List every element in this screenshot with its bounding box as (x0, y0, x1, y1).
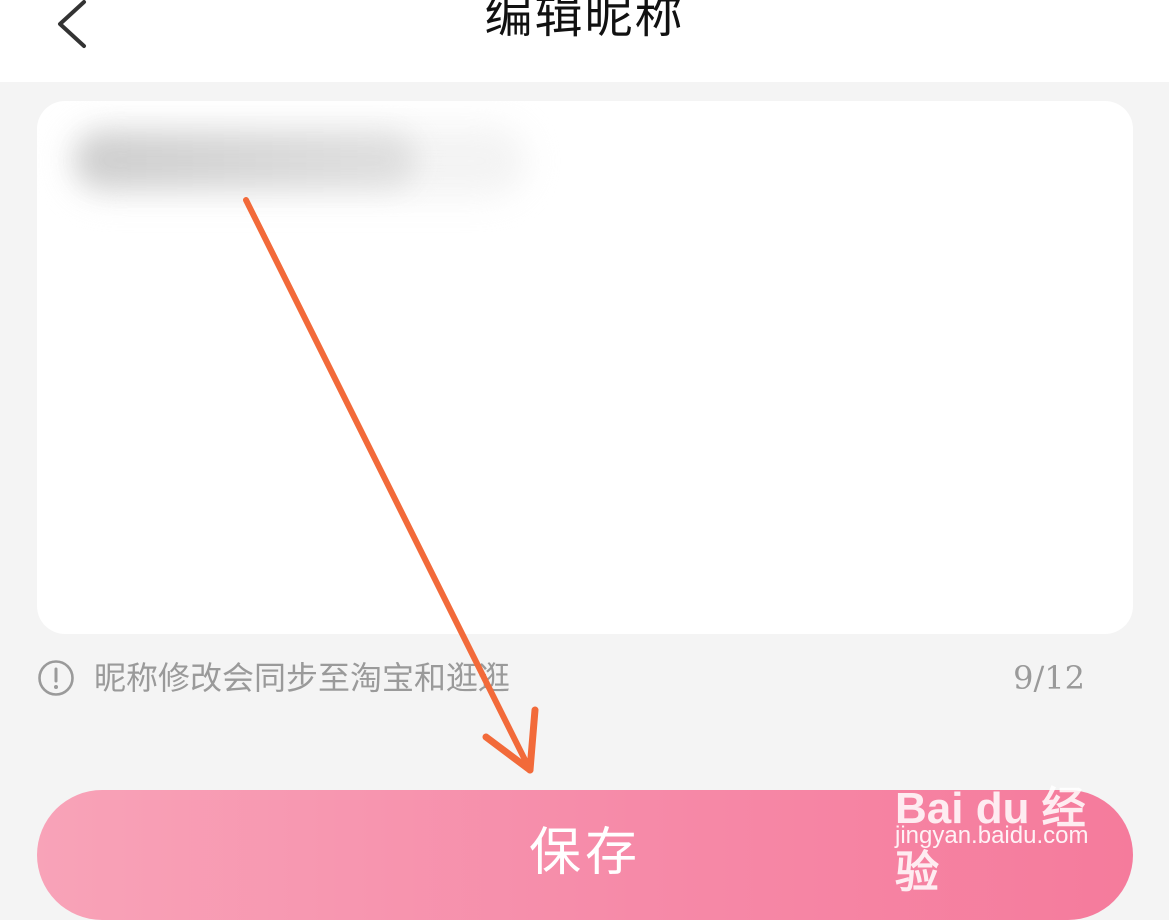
save-button-label: 保存 (528, 823, 641, 883)
save-button[interactable]: 保存 (37, 790, 1133, 920)
sync-hint-text: 昵称修改会同步至淘宝和逛逛 (94, 659, 511, 697)
page-title: 编辑昵称 (484, 0, 685, 44)
nickname-input[interactable] (77, 131, 1081, 193)
character-counter: 9/12 (1013, 659, 1085, 697)
info-circle-icon (38, 660, 74, 696)
nickname-card (37, 101, 1133, 634)
top-bar: 编辑昵称 (0, 0, 1169, 82)
hint-row: 昵称修改会同步至淘宝和逛逛 9/12 (37, 655, 1133, 703)
